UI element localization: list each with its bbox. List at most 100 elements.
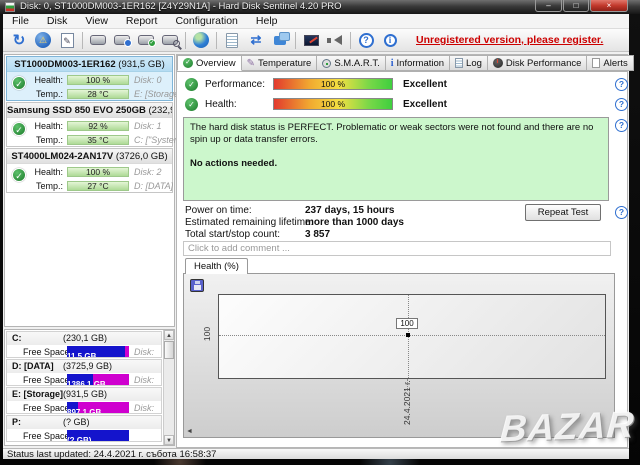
health-bar: 100 % [273,98,393,110]
disk-item-1[interactable]: Samsung SSD 850 EVO 250GB (232,9 GB) ✓ H… [6,102,173,147]
refresh-icon: ↻ [13,31,26,49]
disk-name: ST1000DM003-1ER162 [14,59,115,70]
health-chart-plot: 100 [218,294,606,379]
close-button[interactable]: × [590,0,628,12]
disk-volume: E: [Storage] [134,87,177,101]
status-bar: Status last updated: 24.4.2021 г. събота… [3,448,629,459]
health-help-icon[interactable]: ? [615,98,628,111]
network-balloons-icon [274,36,286,45]
startstop-label: Total start/stop count: [185,229,280,241]
power-on-label: Power on time: [185,205,252,217]
free-space-label: Free Space [23,402,70,414]
health-bar: 100 % [67,75,129,85]
performance-help-icon[interactable]: ? [615,78,628,91]
tab-information[interactable]: iInformation [386,55,450,71]
toolbar-separator [350,32,351,49]
sound-button[interactable] [323,30,347,50]
partition-item-e[interactable]: E: [Storage] (931,5 GB) Free Space 897,1… [6,387,162,414]
partition-size: (3725,9 GB) [63,360,112,373]
free-space-value: 11,5 GB [67,352,96,357]
status-help-icon[interactable]: ? [615,119,628,132]
menu-disk[interactable]: Disk [38,14,76,28]
web-update-button[interactable] [189,30,213,50]
log-button[interactable] [220,30,244,50]
about-button[interactable]: i [378,30,402,50]
performance-bar: 100 % [273,78,393,90]
disk-number: Disk: 2 [134,165,162,179]
unregistered-notice[interactable]: Unregistered version, please register. [416,34,603,46]
free-space-value: 897,1 GB [67,408,101,413]
scroll-up-icon[interactable]: ▲ [164,330,174,340]
save-chart-icon[interactable] [190,279,204,292]
tab-bar: ✓Overview ✎Temperature S.M.A.R.T. iInfor… [177,55,627,72]
disk-schedule-button[interactable] [110,30,134,50]
performance-monitor-button[interactable] [299,30,323,50]
network-button[interactable] [268,30,292,50]
disk-name: ST4000LM024-2AN17V [11,151,113,162]
x-axis-label: 24.4.2021 г. [402,373,412,425]
health-label: Health: [21,165,63,179]
data-point [406,333,410,337]
disk-volume: C: ["System R [134,133,177,147]
partition-scrollbar[interactable]: ▲ ▼ [163,330,174,445]
y-axis-tick: 100 [202,327,212,341]
tab-disk-performance[interactable]: Disk Performance [488,55,588,71]
comment-input[interactable] [183,241,611,256]
monitor-pen-icon [304,35,319,46]
disk-volume: D: [DATA] [134,179,173,193]
partition-item-p[interactable]: P: (? GB) Free Space (? GB) [6,415,162,442]
free-space-label: Free Space [23,346,70,358]
disk-name: Samsung SSD 850 EVO 250GB [7,105,146,116]
disk-size: (3726,0 GB) [116,151,168,162]
sync-button[interactable]: ⇄ [244,30,268,50]
startstop-value: 3 857 [305,229,330,241]
partition-size: (230,1 GB) [63,332,107,345]
toolbar-separator [185,32,186,49]
temp-label: Temp.: [21,133,63,147]
partition-item-d[interactable]: D: [DATA] (3725,9 GB) Free Space 1386,1 … [6,359,162,386]
tab-log[interactable]: Log [450,55,488,71]
disk-size: (931,5 GB) [118,59,164,70]
health-label: Health: [21,119,63,133]
menu-file[interactable]: File [3,14,38,28]
repeat-test-button[interactable]: Repeat Test [525,204,601,221]
partition-drive: P: [12,416,21,429]
chart-scroll-left-icon[interactable]: ◄ [186,428,193,436]
disk-item-0[interactable]: ST1000DM003-1ER162 (931,5 GB) ✓ Health: … [6,56,173,101]
tab-smart[interactable]: S.M.A.R.T. [317,55,385,71]
menu-bar: File Disk View Report Configuration Help [3,14,629,29]
save-report-button[interactable]: ✎ [55,30,79,50]
disk-surface-button[interactable] [158,30,182,50]
help-button[interactable]: ? [354,30,378,50]
problem-report-button[interactable]: ⚠ [31,30,55,50]
subtab-health-percent[interactable]: Health (%) [185,258,248,274]
menu-configuration[interactable]: Configuration [166,14,246,28]
free-space-label: Free Space [23,430,70,442]
health-label: Health: [205,98,237,111]
tab-temperature[interactable]: ✎Temperature [242,55,318,71]
menu-help[interactable]: Help [247,14,287,28]
scrollbar-thumb[interactable] [164,341,174,359]
menu-report[interactable]: Report [117,14,167,28]
tab-alerts[interactable]: Alerts [587,55,633,71]
minimize-button[interactable]: – [535,0,562,12]
scroll-down-icon[interactable]: ▼ [164,435,174,445]
maximize-button[interactable]: □ [563,0,589,12]
gridline-horizontal [219,335,605,336]
menu-view[interactable]: View [76,14,117,28]
performance-ok-icon: ✓ [185,78,198,91]
free-space-bar: 11,5 GB [67,346,129,357]
repeat-test-help-icon[interactable]: ? [615,206,628,219]
health-bar: 92 % [67,121,129,131]
partition-item-c[interactable]: C: (230,1 GB) Free Space 11,5 GB Disk: 1 [6,331,162,358]
temp-label: Temp.: [21,87,63,101]
log-icon [455,58,463,68]
partition-size: (? GB) [63,416,90,429]
disk-test-button[interactable]: ✓ [134,30,158,50]
disk-button[interactable] [86,30,110,50]
tab-overview[interactable]: ✓Overview [177,55,242,71]
performance-rating: Excellent [403,78,447,91]
disk-item-2[interactable]: ST4000LM024-2AN17V (3726,0 GB) ✓ Health:… [6,148,173,193]
refresh-button[interactable]: ↻ [7,30,31,50]
disk-size: (232,9 GB) [149,105,172,116]
